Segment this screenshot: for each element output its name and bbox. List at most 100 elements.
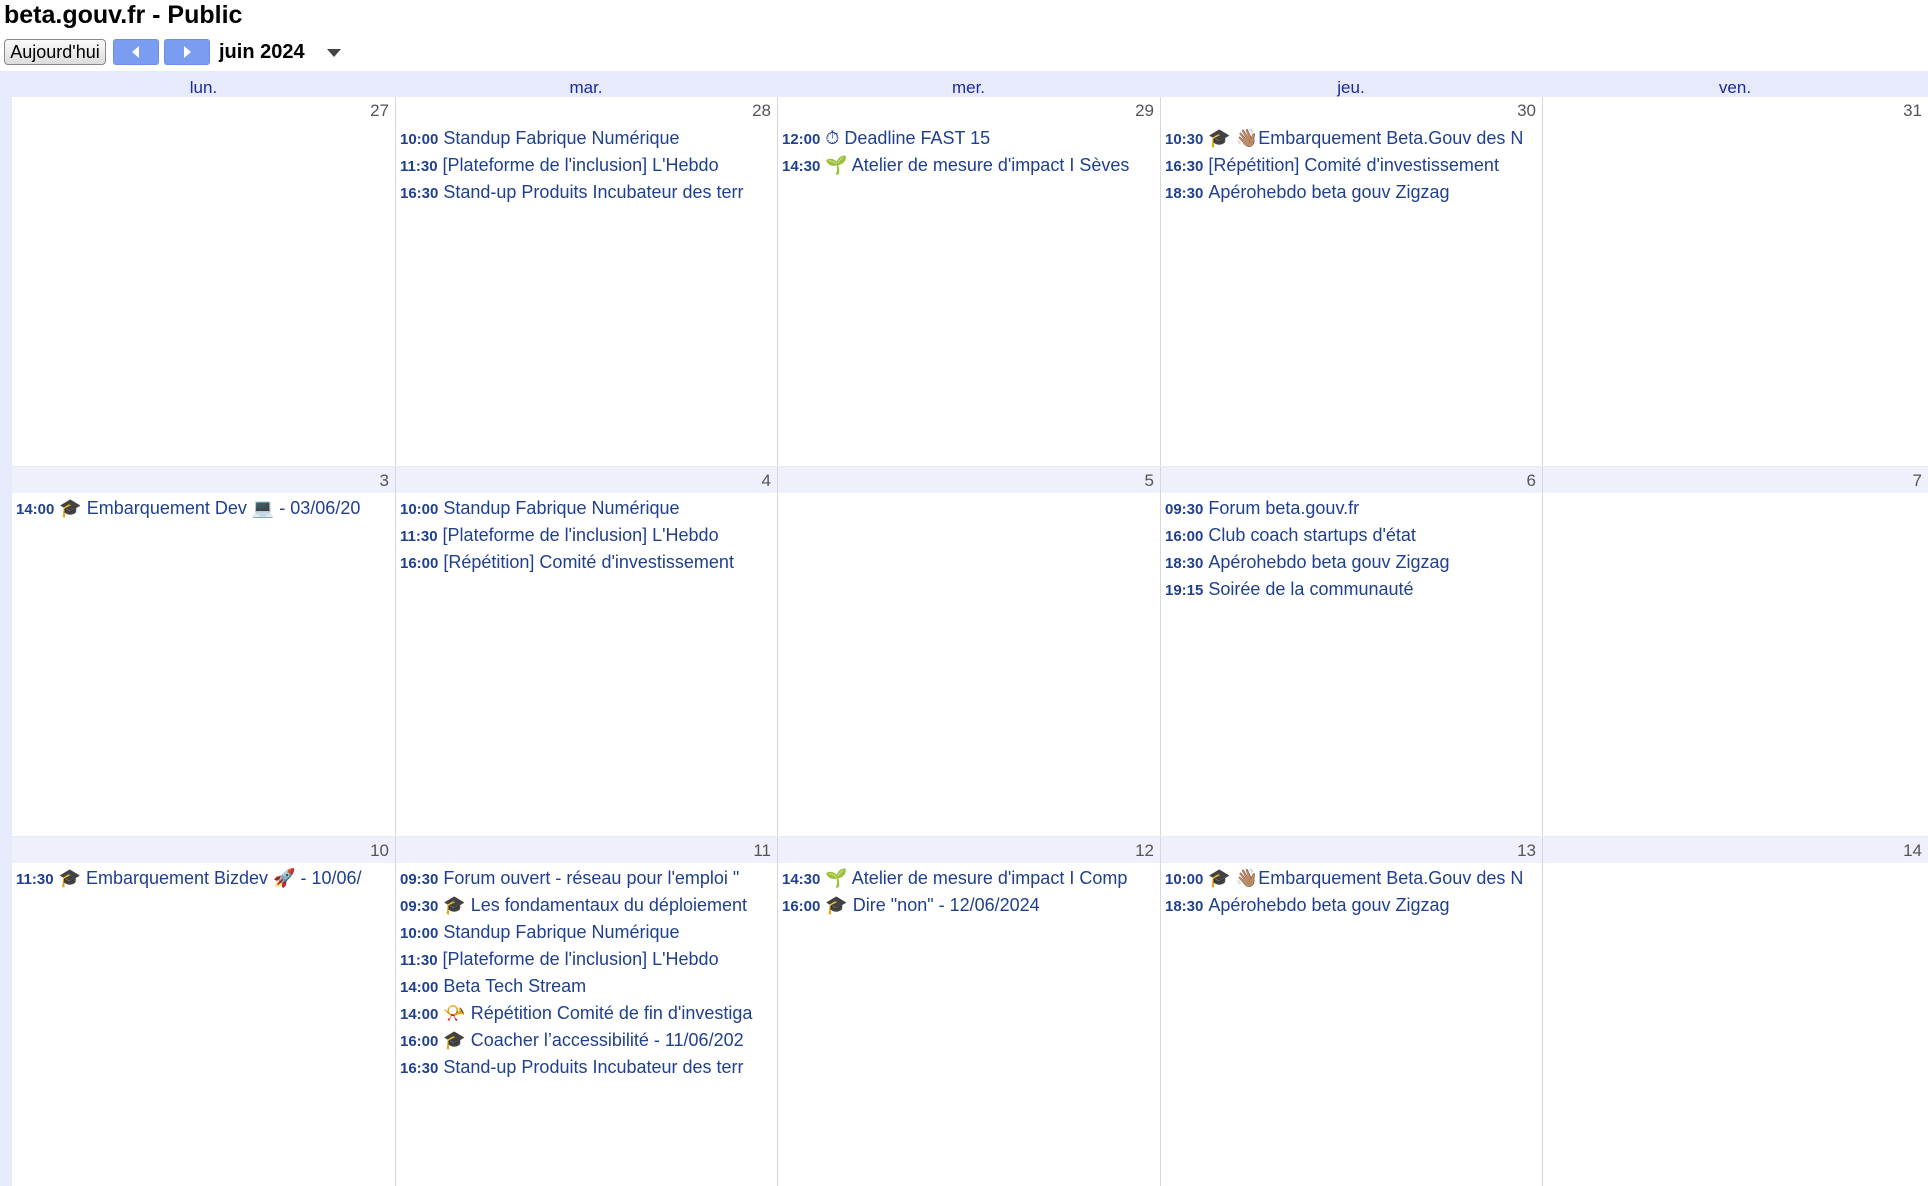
day-cell[interactable]: 31 bbox=[1542, 97, 1928, 466]
day-header: mar. bbox=[569, 78, 603, 97]
calendar-event[interactable]: 11:30 [Plateforme de l'inclusion] L'Hebdo bbox=[396, 946, 777, 973]
day-cell[interactable]: 6 09:30 Forum beta.gouv.fr 16:00 Club coach … bbox=[1160, 467, 1542, 836]
event-list: 11:30 🎓 Embarquement Bizdev 🚀 - 10/06/ bbox=[12, 863, 395, 892]
calendar-event[interactable]: 10:00 Standup Fabrique Numérique bbox=[396, 125, 777, 152]
calendar-event[interactable]: 16:00 [Répétition] Comité d'investissemen… bbox=[396, 549, 777, 576]
day-number[interactable]: 5 bbox=[778, 467, 1160, 493]
calendar-event[interactable]: 09:30 🎓 Les fondamentaux du déploiement bbox=[396, 892, 777, 919]
event-title: Standup Fabrique Numérique bbox=[443, 128, 680, 148]
calendar-event[interactable]: 10:30 🎓 👋🏽Embarquement Beta.Gouv des N bbox=[1161, 125, 1542, 152]
event-time: 14:00 bbox=[400, 979, 439, 996]
event-title: 🎓 👋🏽Embarquement Beta.Gouv des N bbox=[1208, 128, 1524, 148]
calendar-event[interactable]: 14:00 🎓 Embarquement Dev 💻 - 03/06/20 bbox=[12, 495, 395, 522]
calendar-event[interactable]: 10:00 🎓 👋🏽Embarquement Beta.Gouv des N bbox=[1161, 865, 1542, 892]
today-button[interactable]: Aujourd'hui bbox=[4, 39, 106, 65]
event-list: 10:30 🎓 👋🏽Embarquement Beta.Gouv des N 16:… bbox=[1161, 123, 1542, 206]
day-cell[interactable]: 3 14:00 🎓 Embarquement Dev 💻 - 03/06/20 bbox=[12, 467, 395, 836]
event-time: 16:30 bbox=[400, 1060, 439, 1077]
event-list bbox=[1543, 863, 1928, 865]
day-cell[interactable]: 28 10:00 Standup Fabrique Numérique 11:30 [P… bbox=[395, 97, 777, 466]
day-cell[interactable]: 14 bbox=[1542, 837, 1928, 1186]
day-number[interactable]: 12 bbox=[778, 837, 1160, 863]
day-cell[interactable]: 4 10:00 Standup Fabrique Numérique 11:30 [Pl… bbox=[395, 467, 777, 836]
calendar-event[interactable]: 18:30 Apérohebdo beta gouv Zigzag bbox=[1161, 892, 1542, 919]
event-time: 11:30 bbox=[400, 952, 438, 969]
event-title: [Plateforme de l'inclusion] L'Hebdo bbox=[442, 525, 719, 545]
event-time: 10:30 bbox=[1165, 131, 1204, 148]
day-number[interactable]: 30 bbox=[1161, 97, 1542, 123]
day-cell[interactable]: 30 10:30 🎓 👋🏽Embarquement Beta.Gouv des N1… bbox=[1160, 97, 1542, 466]
event-title: Stand-up Produits Incubateur des terr bbox=[443, 1057, 744, 1077]
calendar-event[interactable]: 14:30 🌱 Atelier de mesure d'impact I Comp bbox=[778, 865, 1160, 892]
day-number[interactable]: 29 bbox=[778, 97, 1160, 123]
event-title: Stand-up Produits Incubateur des terr bbox=[443, 182, 744, 202]
event-time: 16:00 bbox=[400, 555, 439, 572]
event-time: 14:00 bbox=[400, 1006, 439, 1023]
day-cell[interactable]: 12 14:30 🌱 Atelier de mesure d'impact I Co… bbox=[777, 837, 1160, 1186]
day-number[interactable]: 4 bbox=[396, 467, 777, 493]
day-number[interactable]: 7 bbox=[1543, 467, 1928, 493]
day-number[interactable]: 10 bbox=[12, 837, 395, 863]
event-list: 10:00 Standup Fabrique Numérique 11:30 [Pla… bbox=[396, 123, 777, 206]
previous-month-button[interactable] bbox=[113, 39, 159, 65]
calendar-event[interactable]: 14:00 📯 Répétition Comité de fin d'invest… bbox=[396, 1000, 777, 1027]
calendar-event[interactable]: 18:30 Apérohebdo beta gouv Zigzag bbox=[1161, 549, 1542, 576]
day-number[interactable]: 13 bbox=[1161, 837, 1542, 863]
event-time: 10:00 bbox=[400, 501, 439, 518]
day-number[interactable]: 31 bbox=[1543, 97, 1928, 123]
event-time: 10:00 bbox=[1165, 871, 1204, 888]
day-cell[interactable]: 29 12:00 ⏱ Deadline FAST 15 14:30 🌱 Atelier … bbox=[777, 97, 1160, 466]
day-number[interactable]: 3 bbox=[12, 467, 395, 493]
calendar-event[interactable]: 16:30 Stand-up Produits Incubateur des te… bbox=[396, 1054, 777, 1081]
day-cell[interactable]: 5 bbox=[777, 467, 1160, 836]
event-time: 16:00 bbox=[782, 898, 821, 915]
day-number[interactable]: 27 bbox=[12, 97, 395, 123]
event-title: Soirée de la communauté bbox=[1208, 579, 1414, 599]
event-title: Apérohebdo beta gouv Zigzag bbox=[1208, 895, 1450, 915]
calendar-event[interactable]: 10:00 Standup Fabrique Numérique bbox=[396, 919, 777, 946]
month-picker-dropdown[interactable] bbox=[322, 45, 346, 61]
event-time: 18:30 bbox=[1165, 555, 1204, 572]
day-cell[interactable]: 13 10:00 🎓 👋🏽Embarquement Beta.Gouv des N1… bbox=[1160, 837, 1542, 1186]
calendar-event[interactable]: 16:30 Stand-up Produits Incubateur des te… bbox=[396, 179, 777, 206]
event-time: 12:00 bbox=[782, 131, 821, 148]
event-list bbox=[1543, 123, 1928, 125]
event-list: 12:00 ⏱ Deadline FAST 15 14:30 🌱 Atelier de… bbox=[778, 123, 1160, 179]
calendar-event[interactable]: 16:00 Club coach startups d'état bbox=[1161, 522, 1542, 549]
event-list: 14:00 🎓 Embarquement Dev 💻 - 03/06/20 bbox=[12, 493, 395, 522]
event-title: 🎓 Embarquement Bizdev 🚀 - 10/06/ bbox=[58, 868, 362, 888]
calendar-event[interactable]: 14:30 🌱 Atelier de mesure d'impact I Sève… bbox=[778, 152, 1160, 179]
calendar-event[interactable]: 12:00 ⏱ Deadline FAST 15 bbox=[778, 125, 1160, 152]
calendar-event[interactable]: 14:00 Beta Tech Stream bbox=[396, 973, 777, 1000]
calendar-event[interactable]: 11:30 [Plateforme de l'inclusion] L'Hebdo bbox=[396, 152, 777, 179]
day-cell[interactable]: 11 09:30 Forum ouvert - réseau pour l'empl… bbox=[395, 837, 777, 1186]
day-cell[interactable]: 7 bbox=[1542, 467, 1928, 836]
calendar-event[interactable]: 19:15 Soirée de la communauté bbox=[1161, 576, 1542, 603]
calendar-event[interactable]: 09:30 Forum beta.gouv.fr bbox=[1161, 495, 1542, 522]
calendar-event[interactable]: 11:30 [Plateforme de l'inclusion] L'Hebdo bbox=[396, 522, 777, 549]
next-month-button[interactable] bbox=[164, 39, 210, 65]
calendar-event[interactable]: 18:30 Apérohebdo beta gouv Zigzag bbox=[1161, 179, 1542, 206]
event-time: 11:30 bbox=[400, 528, 438, 545]
event-time: 16:30 bbox=[400, 185, 439, 202]
event-time: 14:00 bbox=[16, 501, 55, 518]
day-header: mer. bbox=[951, 78, 986, 97]
calendar-event[interactable]: 11:30 🎓 Embarquement Bizdev 🚀 - 10/06/ bbox=[12, 865, 395, 892]
event-title: 📯 Répétition Comité de fin d'investiga bbox=[443, 1003, 753, 1023]
day-number[interactable]: 6 bbox=[1161, 467, 1542, 493]
calendar-event[interactable]: 16:30 [Répétition] Comité d'investissemen… bbox=[1161, 152, 1542, 179]
calendar-event[interactable]: 16:00 🎓 Dire "non" - 12/06/2024 bbox=[778, 892, 1160, 919]
day-number[interactable]: 28 bbox=[396, 97, 777, 123]
event-title: 🎓 👋🏽Embarquement Beta.Gouv des N bbox=[1208, 868, 1524, 888]
day-number[interactable]: 14 bbox=[1543, 837, 1928, 863]
calendar-event[interactable]: 16:00 🎓 Coacher l’accessibilité - 11/06/2… bbox=[396, 1027, 777, 1054]
day-cell[interactable]: 10 11:30 🎓 Embarquement Bizdev 🚀 - 10/06/ bbox=[12, 837, 395, 1186]
event-time: 11:30 bbox=[16, 871, 54, 888]
event-title: 🎓 Dire "non" - 12/06/2024 bbox=[825, 895, 1040, 915]
event-list: 09:30 Forum ouvert - réseau pour l'emploi… bbox=[396, 863, 777, 1081]
calendar-event[interactable]: 09:30 Forum ouvert - réseau pour l'emploi… bbox=[396, 865, 777, 892]
event-time: 11:30 bbox=[400, 158, 438, 175]
day-number[interactable]: 11 bbox=[396, 837, 777, 863]
calendar-event[interactable]: 10:00 Standup Fabrique Numérique bbox=[396, 495, 777, 522]
day-cell[interactable]: 27 bbox=[12, 97, 395, 466]
